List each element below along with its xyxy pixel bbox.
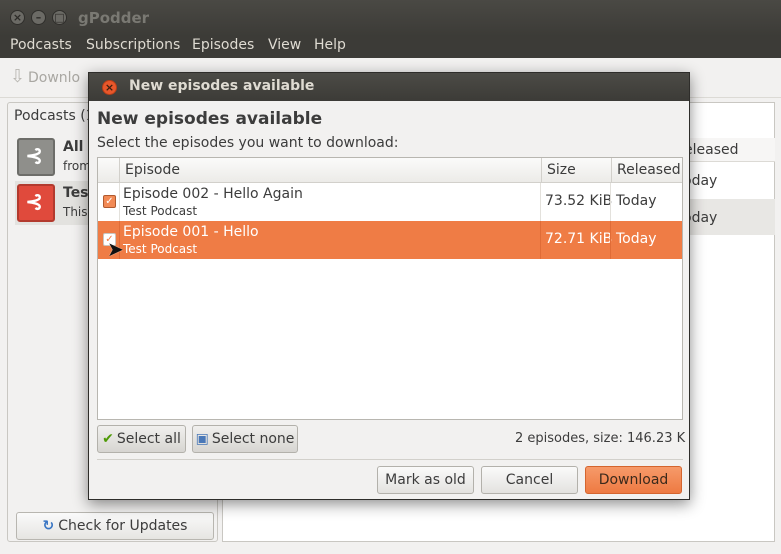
select-none-label: Select none [211, 431, 295, 447]
podcast-subtitle: from [63, 159, 91, 173]
rss-gray-icon: ⊰ [17, 138, 55, 176]
menubar: Podcasts Subscriptions Episodes View Hel… [0, 36, 781, 58]
episode-title: Episode 002 - Hello Again [123, 186, 303, 202]
select-none-button[interactable]: ▣ Select none [192, 425, 298, 453]
episode-column-header[interactable]: Episode [119, 158, 541, 183]
menu-view[interactable]: View [268, 37, 301, 53]
episode-released: Today [616, 231, 657, 247]
dialog-heading: New episodes available [97, 109, 323, 129]
close-window-button[interactable]: × [10, 10, 25, 25]
clear-selection-icon: ▣ [195, 431, 209, 447]
toolbar-download-button[interactable]: ⇩ Downlo [10, 66, 80, 87]
episode-podcast: Test Podcast [123, 204, 198, 218]
episode-podcast: Test Podcast [123, 242, 198, 256]
minimize-window-button[interactable]: – [31, 10, 46, 25]
mouse-pointer-icon: ➤ [107, 237, 124, 261]
column-divider [540, 221, 541, 259]
rss-red-icon: ⊰ [17, 184, 55, 222]
episode-checkbox[interactable]: ✓ [103, 195, 116, 208]
new-episodes-dialog: × New episodes available New episodes av… [88, 72, 690, 500]
released-column-header[interactable]: Released [611, 158, 682, 183]
menu-help[interactable]: Help [314, 37, 346, 53]
dialog-separator [97, 459, 683, 460]
episode-size: 73.52 KiB [545, 193, 613, 209]
dialog-close-button[interactable]: × [102, 80, 117, 95]
episodes-table: Episode Size Released ✓ Episode 002 - He… [97, 157, 683, 420]
cancel-button[interactable]: Cancel [481, 466, 578, 494]
column-divider [610, 221, 611, 259]
column-divider [610, 183, 611, 221]
refresh-icon: ↻ [42, 518, 55, 534]
select-all-button[interactable]: ✔ Select all [97, 425, 186, 453]
check-for-updates-button[interactable]: ↻ Check for Updates [16, 512, 214, 540]
mark-as-old-button[interactable]: Mark as old [377, 466, 474, 494]
select-all-label: Select all [116, 431, 181, 447]
selection-summary: 2 episodes, size: 146.23 K [515, 431, 686, 446]
dialog-titlebar: × New episodes available [89, 73, 689, 101]
menu-episodes[interactable]: Episodes [192, 37, 254, 53]
podcast-title: All [63, 139, 84, 155]
podcasts-tab[interactable]: Podcasts (1 [14, 108, 95, 124]
table-header: Episode Size Released [98, 158, 682, 183]
window-title: gPodder [78, 9, 150, 27]
episode-size: 72.71 KiB [545, 231, 613, 247]
released-column-header[interactable]: eleased [678, 138, 775, 162]
column-divider [119, 183, 120, 221]
toolbar-download-label: Downlo [28, 70, 81, 86]
checkmark-icon: ✔ [102, 431, 114, 447]
table-row-selected[interactable]: ✓ Episode 001 - Hello Test Podcast 72.71… [98, 221, 682, 261]
main-titlebar: × – □ gPodder [0, 0, 781, 36]
download-button[interactable]: Download [585, 466, 682, 494]
checkbox-column-header[interactable] [98, 158, 119, 183]
podcast-subtitle: This [63, 205, 88, 219]
check-updates-label: Check for Updates [58, 518, 188, 534]
table-row[interactable]: ✓ Episode 002 - Hello Again Test Podcast… [98, 183, 682, 221]
episode-title: Episode 001 - Hello [123, 224, 259, 240]
menu-subscriptions[interactable]: Subscriptions [86, 37, 180, 53]
podcast-title: Tes [63, 185, 89, 201]
dialog-title: New episodes available [129, 78, 315, 94]
menu-podcasts[interactable]: Podcasts [10, 37, 72, 53]
dialog-instructions: Select the episodes you want to download… [97, 135, 399, 151]
column-divider [540, 183, 541, 221]
episode-released: Today [616, 193, 657, 209]
download-arrow-icon: ⇩ [10, 66, 26, 87]
maximize-window-button[interactable]: □ [52, 10, 67, 25]
size-column-header[interactable]: Size [541, 158, 611, 183]
